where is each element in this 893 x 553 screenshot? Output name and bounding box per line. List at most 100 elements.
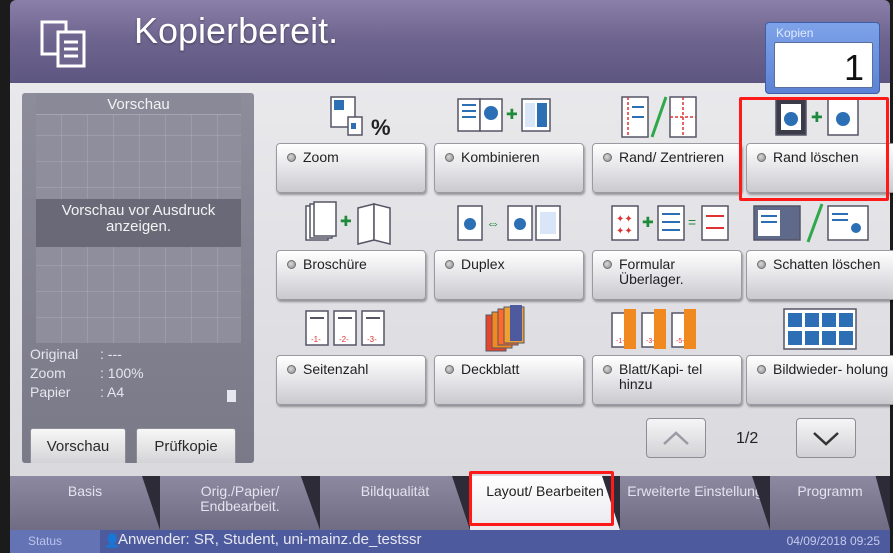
shadow-erase-button[interactable]: Schatten löschen [746,250,893,300]
radio-icon [757,260,766,269]
preview-panel: Vorschau Vorschau vor Ausdruck anzeigen.… [22,93,254,463]
image-repeat-button[interactable]: Bildwieder- holung [746,355,893,405]
copy-icon [40,20,86,68]
function-label: Seitenzahl [303,361,369,377]
preview-button[interactable]: Vorschau [30,428,126,463]
chevron-up-icon [663,431,689,445]
radio-icon [445,153,454,162]
svg-text:✦✦: ✦✦ [616,226,633,237]
copies-value: 1 [843,47,864,88]
copies-field[interactable]: Kopien 1 [765,22,880,94]
function-label: Broschüre [303,256,367,272]
radio-icon [287,153,296,162]
radio-icon [287,365,296,374]
page-up-button[interactable] [646,418,706,458]
booklet-button[interactable]: Broschüre [276,250,426,300]
zoom-icon: % [330,96,391,140]
cover-button[interactable]: Deckblatt [434,355,584,405]
svg-text:-1-: -1- [311,335,321,344]
svg-text:✚: ✚ [642,214,654,230]
highlight-border-erase [739,97,889,201]
radio-icon [287,260,296,269]
svg-text:-3-: -3- [367,335,377,344]
tab-image-quality[interactable]: Bildqualität [320,476,470,530]
page-number-button[interactable]: Seitenzahl [276,355,426,405]
svg-text:-5-: -5- [676,338,685,345]
function-label: Formular Überlager. [619,256,684,287]
radio-icon [445,260,454,269]
form-overlay-button[interactable]: Formular Überlager. [592,250,742,300]
function-label: Blatt/Kapi- tel hinzu [619,361,703,392]
function-label: Deckblatt [461,361,520,377]
tab-advanced-settings[interactable]: Erweiterte Einstellung [620,476,770,530]
tab-basis[interactable]: Basis [10,476,160,530]
margin-center-button[interactable]: Rand/ Zentrieren [592,143,742,193]
copies-input[interactable]: 1 [774,42,873,88]
page-number-icon: -1- -2- -3- [305,310,385,346]
info-row-original: Original : --- [30,346,242,365]
header-bar: Kopierbereit. [10,0,890,83]
status-datetime: 04/09/2018 09:25 [786,534,880,548]
tab-label: Bildqualität [360,483,430,499]
preview-info: Original : --- Zoom : 100% Papier : A4 [30,346,242,403]
info-row-zoom: Zoom : 100% [30,365,242,384]
info-value: : A4 [100,384,125,400]
duplex-button[interactable]: Duplex [434,250,584,300]
tab-program[interactable]: Programm [770,476,890,530]
function-label: Rand/ Zentrieren [619,149,725,165]
info-key: Papier [30,384,71,400]
radio-icon [603,260,612,269]
form-overlay-icon: ✦✦ ✦✦ ✚ = [611,205,729,241]
info-row-paper: Papier : A4 [30,384,242,403]
radio-icon [757,365,766,374]
svg-text:-2-: -2- [339,335,349,344]
highlight-layout-tab [469,471,614,526]
svg-text:✚: ✚ [340,213,352,229]
info-value: : 100% [100,365,144,381]
zoom-button[interactable]: Zoom [276,143,426,193]
image-repeat-icon [783,308,857,350]
chevron-down-icon [813,432,839,446]
tab-bar: Basis Orig./Papier/ Endbearbeit. Bildqua… [10,471,890,530]
page-title: Kopierbereit. [134,10,339,51]
svg-text:%: % [371,115,391,140]
function-label: Duplex [461,256,505,272]
status-bar: Status 👤 Anwender: SR, Student, uni-main… [10,530,890,553]
info-key: Zoom [30,365,66,381]
svg-text:=: = [688,214,696,230]
svg-text:-1-: -1- [616,338,625,345]
testcopy-button[interactable]: Prüfkopie [136,428,236,463]
tab-label: Basis [67,483,103,499]
copies-label: Kopien [776,26,814,40]
radio-icon [445,365,454,374]
function-label: Zoom [303,149,339,165]
info-value: : --- [100,346,122,362]
status-button[interactable]: Status [10,530,100,553]
status-user: Anwender: SR, Student, uni-mainz.de_test… [118,531,422,548]
page-indicator: 1/2 [736,430,759,447]
combine-icon: ✚ [457,98,551,132]
function-label: Bildwieder- holung [773,361,889,377]
info-key: Original [30,346,79,362]
page-down-button[interactable] [796,418,856,458]
tab-original-paper[interactable]: Orig./Papier/ Endbearbeit. [160,476,320,530]
svg-text:-3-: -3- [646,338,655,345]
radio-icon [603,365,612,374]
shadow-erase-icon [753,203,869,243]
function-label: Schatten löschen [773,256,881,272]
radio-icon [603,153,612,162]
combine-button[interactable]: Kombinieren [434,143,584,193]
insert-sheet-button[interactable]: Blatt/Kapi- tel hinzu [592,355,742,405]
main-area: Vorschau Vorschau vor Ausdruck anzeigen.… [10,83,893,476]
svg-text:✚: ✚ [506,106,518,122]
tab-label: Orig./Papier/ Endbearbeit. [200,483,280,514]
tab-label: Erweiterte Einstellung [627,483,763,499]
insert-sheet-icon: -1- -3- -5- [611,309,696,349]
paper-orientation-icon [227,390,236,402]
preview-message: Vorschau vor Ausdruck anzeigen. [61,202,216,235]
svg-text:✦✦: ✦✦ [616,214,633,225]
margin-center-icon [621,96,697,138]
preview-title: Vorschau [36,93,241,115]
function-label: Kombinieren [461,149,540,165]
cover-icon [485,305,525,352]
